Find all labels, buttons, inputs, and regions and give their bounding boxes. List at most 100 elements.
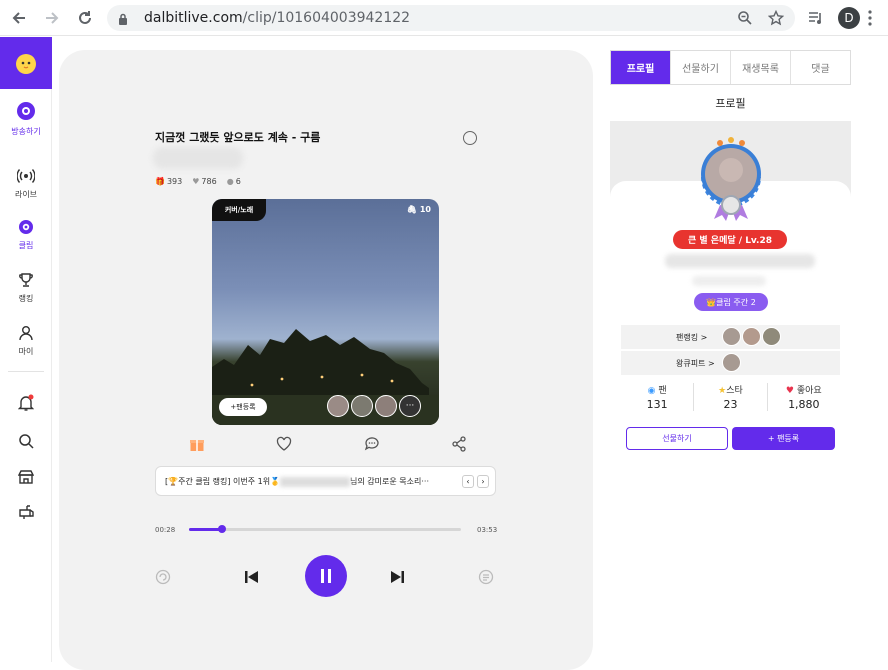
trophy-icon <box>0 272 52 290</box>
sidebar: 방송하기 라이브 클립 랭킹 마이 <box>0 37 52 662</box>
bookmark-star-icon[interactable] <box>767 9 785 30</box>
media-queue-icon[interactable] <box>808 10 824 30</box>
silver-medal-frame <box>694 137 768 223</box>
live-icon <box>0 168 52 186</box>
kebab-menu-icon[interactable] <box>868 10 872 30</box>
gift-icon: 🎁 <box>155 177 165 186</box>
sidebar-item-label: 라이브 <box>14 190 38 199</box>
reload-icon[interactable] <box>75 8 95 28</box>
stat-value: 131 <box>646 398 668 411</box>
browser-toolbar: dalbitlive.com/clip/101604003942122 D <box>0 0 888 36</box>
sidebar-item-my[interactable]: 마이 <box>0 325 52 357</box>
avatar[interactable] <box>722 353 741 372</box>
ticker-text-post: 님의 감미로운 목소리··· <box>350 477 429 486</box>
tab-playlist[interactable]: 재생목록 <box>731 51 791 84</box>
avatar[interactable] <box>351 395 373 417</box>
profile-msg-blurred <box>692 276 766 286</box>
sidebar-item-broadcast[interactable]: 방송하기 <box>0 101 52 137</box>
share-icon[interactable] <box>451 436 467 456</box>
mailbox-icon[interactable] <box>18 504 34 524</box>
sidebar-item-label: 랭킹 <box>18 294 34 303</box>
like-heart-icon[interactable] <box>276 436 292 456</box>
repeat-icon[interactable] <box>155 569 171 589</box>
wang-cupid-row[interactable]: 왕큐피트 > <box>621 351 840 375</box>
panel-header: 프로필 <box>715 97 746 110</box>
profile-stats: ◉ 팬 131 ★스타 23 ♥ 좋아요 1,880 <box>621 383 840 411</box>
dalbit-logo[interactable] <box>0 37 52 89</box>
lock-icon <box>118 11 128 30</box>
sidebar-item-clip[interactable]: 클립 <box>0 219 52 251</box>
fan-rank-row[interactable]: 팬랭킹 > <box>621 325 840 349</box>
playlist-icon[interactable] <box>478 569 494 589</box>
clip-player-card: 지금껏 그랬듯 앞으로도 계속 - 구름 🎁 393 ♥ 786 ● 6 커버/노래 … <box>59 50 593 670</box>
progress-bar[interactable] <box>189 525 461 533</box>
stat-value: 1,880 <box>788 398 820 411</box>
fan-add-button[interactable]: +팬등록 <box>219 398 267 416</box>
clip-cover-image: 커버/노래 🖇 10 +팬등록 ··· <box>212 199 439 425</box>
progress-knob[interactable] <box>217 525 226 533</box>
avatar[interactable] <box>327 395 349 417</box>
pause-button[interactable] <box>305 555 347 597</box>
ticker-name-blurred <box>280 476 351 487</box>
avatar[interactable] <box>742 327 761 346</box>
avatar[interactable] <box>375 395 397 417</box>
like-count: 786 <box>201 177 217 186</box>
comment-bubble-icon[interactable] <box>364 436 380 456</box>
ticker-next-button[interactable]: › <box>477 475 489 488</box>
gift-button[interactable]: 선물하기 <box>626 427 728 450</box>
gift-count: 393 <box>166 177 183 186</box>
clip-count-badge: 🖇 10 <box>407 205 431 214</box>
search-icon[interactable] <box>18 433 34 453</box>
clip-count-value: 10 <box>419 205 431 214</box>
wang-cupid-label: 왕큐피트 > <box>676 359 715 368</box>
store-icon[interactable] <box>17 469 35 489</box>
profile-name-blurred <box>665 254 815 268</box>
tab-gift[interactable]: 선물하기 <box>671 51 731 84</box>
report-icon[interactable] <box>463 131 477 145</box>
level-badge: 큰 별 은메달 / Lv.28 <box>673 230 787 249</box>
broadcast-icon <box>0 101 52 123</box>
previous-track-icon[interactable] <box>244 569 260 588</box>
sidebar-item-label: 마이 <box>18 347 34 356</box>
listener-avatars: ··· <box>327 395 421 417</box>
pause-icon <box>321 569 331 583</box>
back-icon[interactable] <box>9 8 29 28</box>
ticker-prev-button[interactable]: ‹ <box>462 475 474 488</box>
forward-icon[interactable] <box>42 8 62 28</box>
tab-profile[interactable]: 프로필 <box>611 51 671 84</box>
author-name-blurred <box>153 147 243 169</box>
profile-buttons: 선물하기 + 팬등록 <box>626 427 835 450</box>
sidebar-item-label: 방송하기 <box>11 127 41 136</box>
sidebar-divider <box>8 371 44 372</box>
more-avatars-button[interactable]: ··· <box>399 395 421 417</box>
clip-actions <box>189 436 467 456</box>
paperclip-icon: 🖇 <box>406 205 418 214</box>
heart-icon: ♥ <box>192 177 200 186</box>
fan-register-button[interactable]: + 팬등록 <box>732 427 835 450</box>
zoom-icon[interactable] <box>737 10 753 30</box>
weekly-clip-badge: 👑클립 주간 2 <box>694 293 768 311</box>
address-bar[interactable]: dalbitlive.com/clip/101604003942122 <box>107 5 795 31</box>
panel-tabs: 프로필 선물하기 재생목록 댓글 <box>610 50 851 85</box>
sidebar-item-ranking[interactable]: 랭킹 <box>0 272 52 304</box>
comment-icon: ● <box>226 177 234 186</box>
category-tag: 커버/노래 <box>212 199 266 221</box>
tab-comments[interactable]: 댓글 <box>791 51 850 84</box>
next-track-icon[interactable] <box>389 569 405 588</box>
weekly-ranking-ticker[interactable]: [🏆주간 클립 랭킹] 이번주 1위🥇 님의 감미로운 목소리··· ‹ › <box>155 466 496 496</box>
comment-count: 6 <box>235 177 241 186</box>
clip-title: 지금껏 그랬듯 앞으로도 계속 - 구름 <box>155 131 321 144</box>
avatar[interactable] <box>762 327 781 346</box>
profile-avatar[interactable]: D <box>838 7 860 29</box>
ticker-text-pre: [🏆주간 클립 랭킹] 이번주 1위🥇 <box>165 477 281 486</box>
url-text: dalbitlive.com/clip/101604003942122 <box>144 10 411 26</box>
stat-stars[interactable]: ★스타 23 <box>694 383 768 411</box>
progress-fill <box>189 528 222 531</box>
clip-icon <box>0 219 52 237</box>
avatar[interactable] <box>722 327 741 346</box>
sidebar-item-live[interactable]: 라이브 <box>0 168 52 200</box>
gift-icon[interactable] <box>189 436 205 456</box>
stat-likes[interactable]: ♥ 좋아요 1,880 <box>768 383 840 411</box>
stat-fans[interactable]: ◉ 팬 131 <box>621 383 695 411</box>
bell-icon[interactable] <box>17 394 35 416</box>
